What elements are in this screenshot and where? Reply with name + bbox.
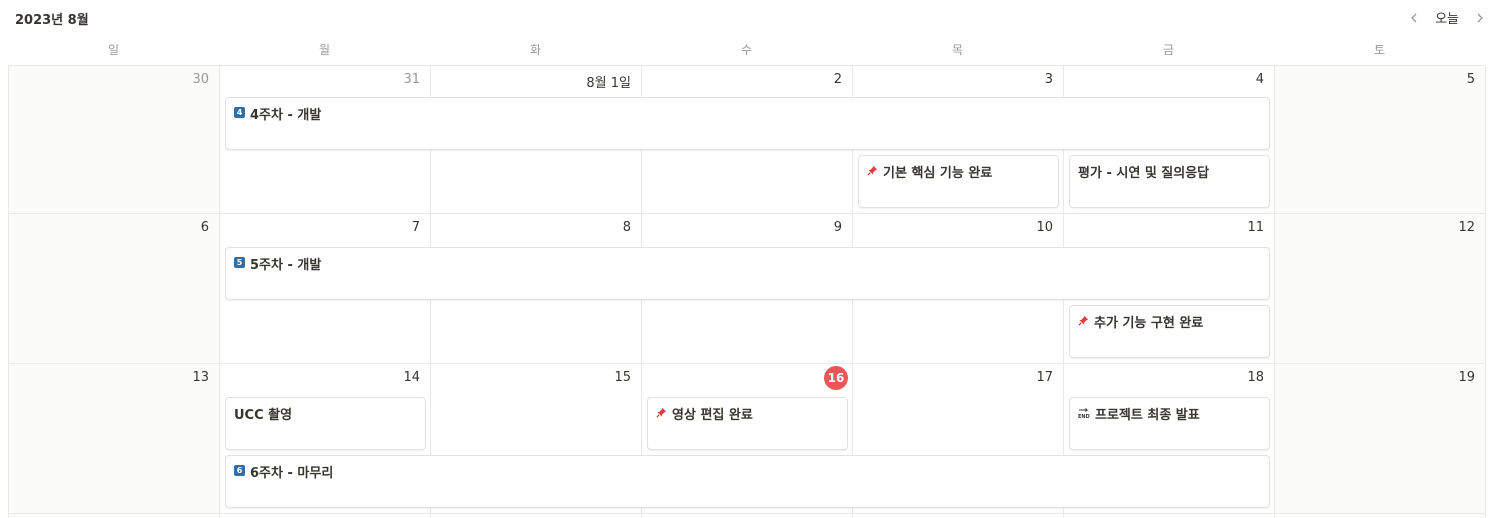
event-core-features-done[interactable]: 기본 핵심 기능 완료	[858, 155, 1059, 208]
day-number: 6	[200, 220, 209, 235]
pushpin-icon	[656, 407, 667, 418]
event-title: 평가 - 시연 및 질의응답	[1078, 166, 1210, 181]
event-title: 5주차 - 개발	[250, 258, 322, 273]
day-number: 18	[1247, 370, 1264, 385]
day-number: 8월 1일	[586, 76, 631, 91]
event-final-presentation[interactable]: END 프로젝트 최종 발표	[1069, 397, 1270, 450]
weekday-fri: 금	[1162, 43, 1175, 57]
day-number: 13	[192, 370, 209, 385]
chevron-left-icon[interactable]	[1405, 9, 1423, 27]
day-cell[interactable]: 19	[1275, 364, 1486, 514]
week-row: 30 31 8월 1일 2 3 4 5 4 4주차 - 개발 기본 핵심 기능 …	[9, 66, 1486, 214]
day-number: 17	[1036, 370, 1053, 385]
month-title: 2023년 8월	[15, 13, 89, 28]
day-cell[interactable]	[220, 514, 431, 518]
event-title: 영상 편집 완료	[672, 408, 753, 423]
day-number: 9	[833, 220, 842, 235]
event-week5-dev[interactable]: 5 5주차 - 개발	[225, 247, 1270, 300]
day-number: 11	[1247, 220, 1264, 235]
event-title: 기본 핵심 기능 완료	[883, 166, 993, 181]
day-number: 2	[833, 72, 842, 87]
event-title: 6주차 - 마무리	[250, 466, 334, 481]
calendar-grid: 30 31 8월 1일 2 3 4 5 4 4주차 - 개발 기본 핵심 기능 …	[8, 65, 1486, 518]
pushpin-icon	[867, 165, 878, 176]
weekday-mon: 월	[318, 43, 331, 57]
day-cell[interactable]	[853, 514, 1064, 518]
day-cell[interactable]: 30	[9, 66, 220, 214]
weekday-wed: 수	[740, 43, 753, 57]
day-number: 15	[614, 370, 631, 385]
weekday-tue: 화	[529, 43, 542, 57]
day-cell[interactable]	[431, 514, 642, 518]
number-5-icon: 5	[234, 257, 245, 268]
day-number: 10	[1036, 220, 1053, 235]
event-week4-dev[interactable]: 4 4주차 - 개발	[225, 97, 1270, 150]
day-cell[interactable]: 6	[9, 214, 220, 364]
event-week6-wrapup[interactable]: 6 6주차 - 마무리	[225, 455, 1270, 508]
day-number: 3	[1044, 72, 1053, 87]
week-row: 6 7 8 9 10 11 12 5 5주차 - 개발 추가 기능 구현 완료	[9, 214, 1486, 364]
end-arrow-icon: END	[1078, 407, 1090, 419]
day-number: 4	[1255, 72, 1264, 87]
number-6-icon: 6	[234, 465, 245, 476]
weekday-sat: 토	[1373, 43, 1386, 57]
day-number: 31	[403, 72, 420, 87]
day-number: 14	[403, 370, 420, 385]
number-4-icon: 4	[234, 107, 245, 118]
day-cell[interactable]	[642, 514, 853, 518]
event-title: 프로젝트 최종 발표	[1095, 408, 1200, 423]
event-title: 4주차 - 개발	[250, 108, 322, 123]
week-row: 13 14 15 16 17 18 19 UCC 촬영 영상 편집 완료 END…	[9, 364, 1486, 518]
calendar-header: 2023년 8월 오늘	[0, 0, 1499, 36]
weekday-thu: 목	[951, 43, 964, 57]
day-number: 19	[1458, 370, 1475, 385]
day-cell[interactable]: 5	[1275, 66, 1486, 214]
day-cell[interactable]	[9, 514, 220, 518]
day-cell[interactable]: 13	[9, 364, 220, 514]
pushpin-icon	[1078, 315, 1089, 326]
event-title: 추가 기능 구현 완료	[1094, 316, 1204, 331]
today-badge: 16	[824, 366, 848, 390]
svg-text:END: END	[1078, 414, 1090, 419]
day-cell[interactable]	[1275, 514, 1486, 518]
event-title: UCC 촬영	[234, 408, 293, 423]
day-cell[interactable]: 12	[1275, 214, 1486, 364]
chevron-right-icon[interactable]	[1471, 9, 1489, 27]
event-ucc-filming[interactable]: UCC 촬영	[225, 397, 426, 450]
day-number: 5	[1466, 72, 1475, 87]
day-cell[interactable]	[1064, 514, 1275, 518]
event-evaluation[interactable]: 평가 - 시연 및 질의응답	[1069, 155, 1270, 208]
weekday-sun: 일	[107, 43, 120, 57]
event-video-editing-done[interactable]: 영상 편집 완료	[647, 397, 848, 450]
today-button[interactable]: 오늘	[1433, 8, 1461, 27]
day-number: 8	[622, 220, 631, 235]
day-number: 7	[411, 220, 420, 235]
weekday-header: 일 월 화 수 목 금 토	[8, 36, 1485, 65]
month-navigation: 오늘	[1405, 8, 1489, 27]
event-extra-features-done[interactable]: 추가 기능 구현 완료	[1069, 305, 1270, 358]
day-number: 12	[1458, 220, 1475, 235]
day-number: 30	[192, 72, 209, 87]
